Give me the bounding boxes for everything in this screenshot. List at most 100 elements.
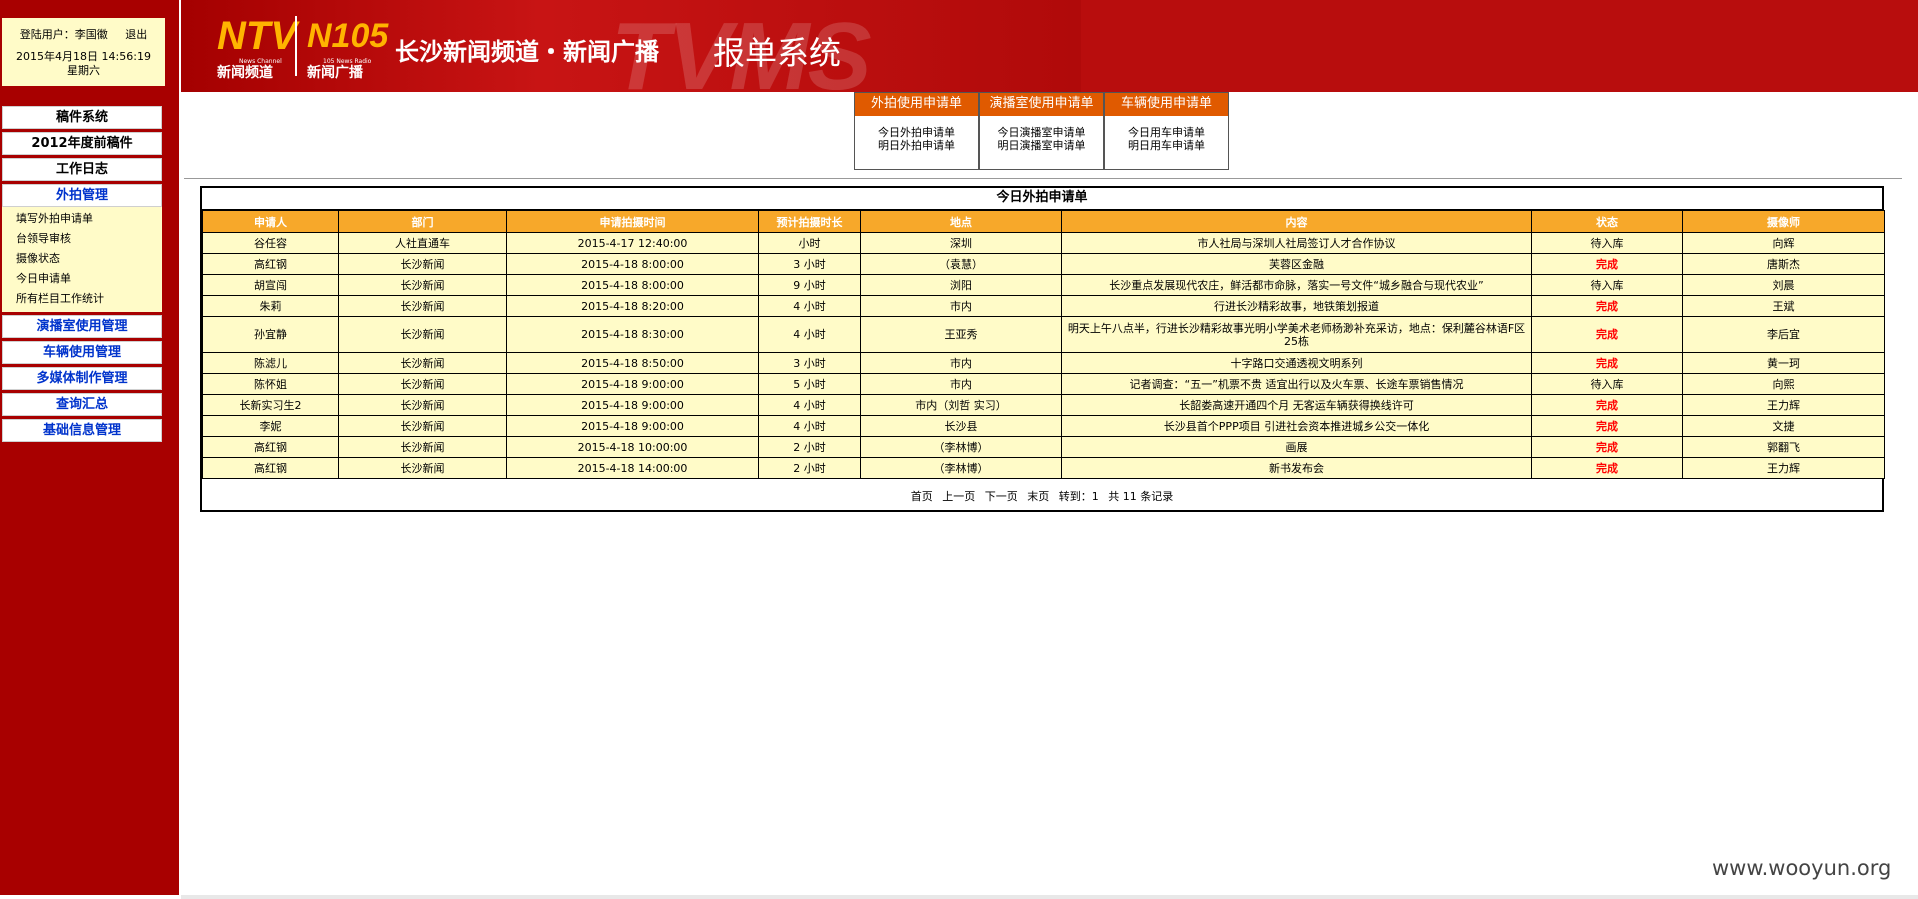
- cell-cameraman: 文捷: [1682, 415, 1885, 437]
- menu-basic-info[interactable]: 基础信息管理: [2, 419, 162, 442]
- cell-location: （李林博）: [860, 457, 1062, 479]
- cell-shoot-time: 2015-4-18 8:50:00: [506, 352, 759, 374]
- cell-applicant: 谷任容: [202, 232, 339, 254]
- table-row: 陈怀姐 长沙新闻 2015-4-18 9:00:00 5 小时 市内 记者调查：“五一”机…: [202, 373, 1885, 395]
- cell-duration: 小时: [758, 232, 861, 254]
- tab-outdoor-title[interactable]: 外拍使用申请单: [855, 93, 978, 116]
- n105-logo-cn: 新闻广播: [307, 65, 363, 81]
- n105-logo-en: 105 News Radio: [323, 58, 372, 65]
- cell-location: （李林博）: [860, 436, 1062, 458]
- tab-vehicle-title[interactable]: 车辆使用申请单: [1105, 93, 1228, 116]
- cell-department: 长沙新闻: [338, 316, 507, 353]
- cell-location: 市内: [860, 352, 1062, 374]
- n105-logo-mark: N105: [307, 17, 389, 55]
- menu-outdoor-shoot[interactable]: 外拍管理: [2, 184, 162, 207]
- cell-duration: 2 小时: [758, 436, 861, 458]
- pager-next[interactable]: 下一页: [985, 490, 1018, 503]
- tab-studio-title[interactable]: 演播室使用申请单: [980, 93, 1103, 116]
- cell-department: 长沙新闻: [338, 394, 507, 416]
- cell-applicant: 陈滤儿: [202, 352, 339, 374]
- cell-applicant: 朱莉: [202, 295, 339, 317]
- tab-vehicle: 车辆使用申请单 今日用车申请单 明日用车申请单: [1104, 92, 1229, 170]
- cell-content: 新书发布会: [1061, 457, 1532, 479]
- menu-2012-manuscripts[interactable]: 2012年度前稿件: [2, 132, 162, 155]
- cell-content: 芙蓉区金融: [1061, 253, 1532, 275]
- link-tomorrow-vehicle[interactable]: 明日用车申请单: [1105, 139, 1228, 152]
- menu-query-summary[interactable]: 查询汇总: [2, 393, 162, 416]
- cell-shoot-time: 2015-4-18 8:20:00: [506, 295, 759, 317]
- cell-content: 十字路口交通透视文明系列: [1061, 352, 1532, 374]
- tab-outdoor: 外拍使用申请单 今日外拍申请单 明日外拍申请单: [854, 92, 979, 170]
- cell-department: 长沙新闻: [338, 373, 507, 395]
- pager-goto[interactable]: 转到：1: [1059, 490, 1099, 503]
- ntv-logo-en: News Channel: [239, 58, 282, 65]
- header-title: 长沙新闻频道・新闻广播: [395, 38, 659, 66]
- n105-logo: N105 105 News Radio 新闻广播: [307, 14, 389, 81]
- cell-department: 长沙新闻: [338, 253, 507, 275]
- sidebar: 登陆用户：李国徽 退出 2015年4月18日 14:56:19 星期六 稿件系统…: [0, 0, 179, 895]
- cell-shoot-time: 2015-4-18 9:00:00: [506, 394, 759, 416]
- cell-duration: 4 小时: [758, 394, 861, 416]
- pager-prev[interactable]: 上一页: [942, 490, 975, 503]
- cell-shoot-time: 2015-4-18 9:00:00: [506, 415, 759, 437]
- cell-duration: 5 小时: [758, 373, 861, 395]
- cell-status: 完成: [1531, 436, 1683, 458]
- cell-applicant: 长新实习生2: [202, 394, 339, 416]
- logout-link[interactable]: 退出: [125, 28, 147, 41]
- link-today-studio[interactable]: 今日演播室申请单: [980, 126, 1103, 139]
- cell-location: 王亚秀: [860, 316, 1062, 353]
- ntv-logo-mark: NTV: [217, 14, 297, 58]
- cell-department: 长沙新闻: [338, 457, 507, 479]
- menu-manuscript-system[interactable]: 稿件系统: [2, 106, 162, 129]
- submenu-all-stats[interactable]: 所有栏目工作统计: [16, 289, 162, 309]
- outdoor-submenu: 填写外拍申请单 台领导审核 摄像状态 今日申请单 所有栏目工作统计: [2, 207, 162, 312]
- cell-location: 市内: [860, 373, 1062, 395]
- cell-cameraman: 向辉: [1682, 232, 1885, 254]
- pager-first[interactable]: 首页: [911, 490, 933, 503]
- header-system-title: 报单系统: [713, 34, 842, 72]
- link-tomorrow-studio[interactable]: 明日演播室申请单: [980, 139, 1103, 152]
- table-header-row: 申请人 部门 申请拍摄时间 预计拍摄时长 地点 内容 状态 摄像师: [202, 210, 1885, 233]
- submenu-leader-review[interactable]: 台领导审核: [16, 229, 162, 249]
- cell-location: 浏阳: [860, 274, 1062, 296]
- table-row: 谷任容 人社直通车 2015-4-17 12:40:00 小时 深圳 市人社局与深圳人社局…: [202, 232, 1885, 254]
- submenu-today-requests[interactable]: 今日申请单: [16, 269, 162, 289]
- cell-shoot-time: 2015-4-18 14:00:00: [506, 457, 759, 479]
- ntv-logo-cn: 新闻频道: [217, 65, 273, 81]
- cell-status: 待入库: [1531, 232, 1683, 254]
- link-tomorrow-outdoor[interactable]: 明日外拍申请单: [855, 139, 978, 152]
- cell-location: 市内: [860, 295, 1062, 317]
- cell-applicant: 胡宣闯: [202, 274, 339, 296]
- cell-status: 完成: [1531, 352, 1683, 374]
- cell-duration: 4 小时: [758, 316, 861, 353]
- submenu-camera-status[interactable]: 摄像状态: [16, 249, 162, 269]
- cell-cameraman: 王斌: [1682, 295, 1885, 317]
- panel-title: 今日外拍申请单: [202, 188, 1882, 210]
- table-row: 朱莉 长沙新闻 2015-4-18 8:20:00 4 小时 市内 行进长沙精彩故事，地铁…: [202, 295, 1885, 317]
- sidebar-menu: 稿件系统 2012年度前稿件 工作日志 外拍管理 填写外拍申请单 台领导审核 摄…: [2, 106, 162, 445]
- divider: [184, 178, 1902, 179]
- pagination: 首页 上一页 下一页 末页 转到：1 共 11 条记录: [202, 488, 1882, 504]
- cell-content: 市人社局与深圳人社局签订人才合作协议: [1061, 232, 1532, 254]
- cell-department: 人社直通车: [338, 232, 507, 254]
- cell-cameraman: 黄一珂: [1682, 352, 1885, 374]
- ntv-logo: NTV News Channel 新闻频道: [217, 14, 297, 81]
- link-today-outdoor[interactable]: 今日外拍申请单: [855, 126, 978, 139]
- submenu-fill-request[interactable]: 填写外拍申请单: [16, 209, 162, 229]
- cell-department: 长沙新闻: [338, 436, 507, 458]
- table-row: 高红钢 长沙新闻 2015-4-18 10:00:00 2 小时 （李林博） 画展 完成 郭翻…: [202, 436, 1885, 458]
- menu-multimedia[interactable]: 多媒体制作管理: [2, 367, 162, 390]
- menu-studio-usage[interactable]: 演播室使用管理: [2, 315, 162, 338]
- pager-last[interactable]: 末页: [1027, 490, 1049, 503]
- col-duration: 预计拍摄时长: [758, 210, 861, 233]
- link-today-vehicle[interactable]: 今日用车申请单: [1105, 126, 1228, 139]
- cell-cameraman: 刘晨: [1682, 274, 1885, 296]
- user-info-box: 登陆用户：李国徽 退出 2015年4月18日 14:56:19 星期六: [2, 18, 165, 86]
- cell-status: 完成: [1531, 415, 1683, 437]
- requests-table: 申请人 部门 申请拍摄时间 预计拍摄时长 地点 内容 状态 摄像师 谷任容 人社直…: [202, 210, 1885, 479]
- cell-duration: 9 小时: [758, 274, 861, 296]
- cell-applicant: 高红钢: [202, 457, 339, 479]
- cell-department: 长沙新闻: [338, 415, 507, 437]
- menu-work-log[interactable]: 工作日志: [2, 158, 162, 181]
- menu-vehicle-usage[interactable]: 车辆使用管理: [2, 341, 162, 364]
